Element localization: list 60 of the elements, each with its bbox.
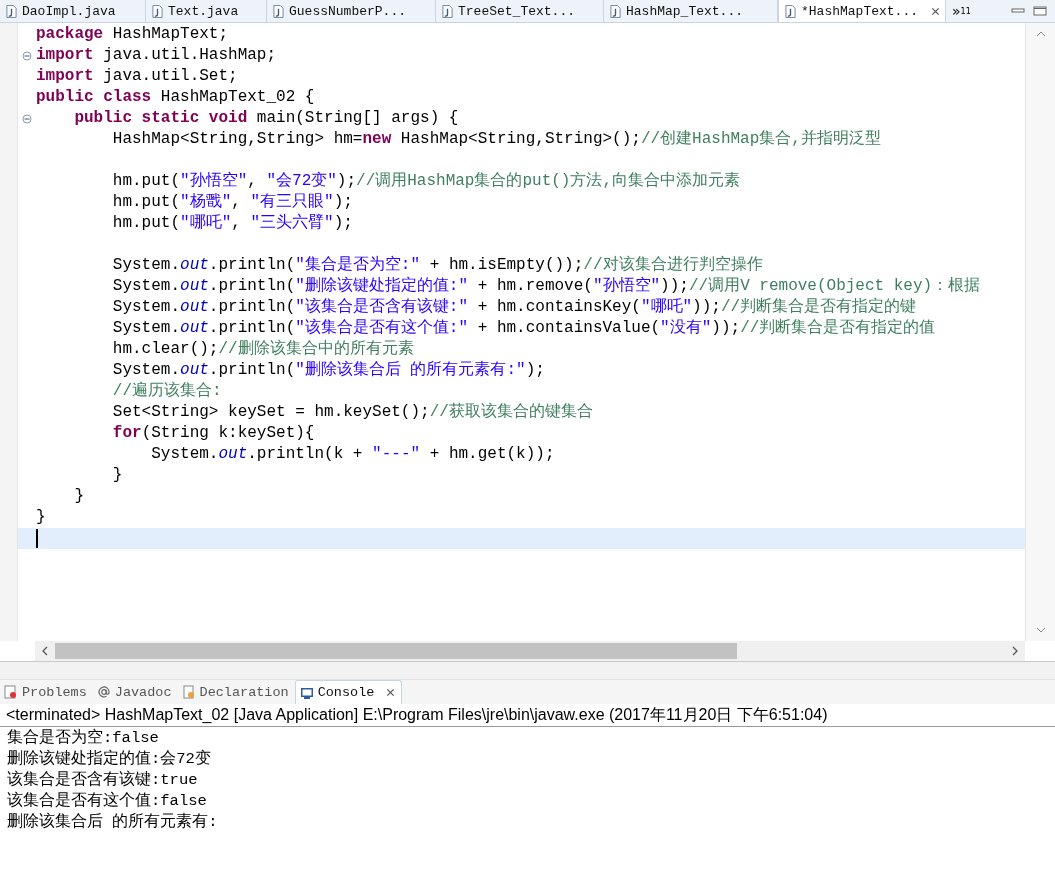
- close-icon[interactable]: [386, 688, 396, 697]
- console-output-line: 删除该集合后 的所有元素有:: [7, 812, 219, 833]
- code-line: }: [111, 465, 123, 486]
- code-line: hm.put("孙悟空", "会72变");//调用HashMap集合的put()方法,向集合中添加元素: [111, 171, 741, 192]
- scroll-right-icon[interactable]: [1012, 646, 1018, 656]
- collapse-icon[interactable]: [22, 50, 32, 61]
- editor-tab[interactable]: TreeSet_Text...: [436, 0, 604, 22]
- console-output-line: 该集合是否有这个值:false: [7, 791, 208, 812]
- code-line: for(String k:keySet){: [111, 423, 315, 444]
- horizontal-scrollbar[interactable]: [35, 641, 1025, 661]
- code-line: System.out.println("集合是否为空:" + hm.isEmpty());//对该集合进行判空操作: [111, 255, 763, 276]
- close-icon[interactable]: [931, 6, 941, 16]
- console-status: <terminated> HashMapText_02 [Java Application] E:\Program Files\jre\bin\javaw.exe (2017年11月20日 下午6:51:04): [0, 704, 1055, 727]
- java-file-icon: [785, 4, 796, 18]
- panel-tab[interactable]: Declaration: [177, 680, 295, 704]
- console-icon: [299, 685, 314, 700]
- java-file-icon: [442, 4, 453, 18]
- editor-tab[interactable]: GuessNumberP...: [267, 0, 436, 22]
- error-list-icon: [4, 685, 18, 699]
- vertical-scrollbar[interactable]: [1025, 23, 1055, 641]
- collapse-icon[interactable]: [22, 113, 32, 124]
- scroll-up-icon[interactable]: [1035, 31, 1046, 37]
- code-line: System.out.println("删除该键处指定的值:" + hm.remove("孙悟空"));//调用V remove(Object key)：根据: [111, 276, 981, 297]
- code-line: System.out.println("该集合是否含有该键:" + hm.containsKey("哪吒"));//判断集合是否有指定的键: [111, 297, 917, 318]
- code-line: import java.util.HashMap;: [36, 45, 277, 66]
- java-file-icon: [152, 4, 163, 18]
- code-line: //遍历该集合:: [111, 381, 222, 402]
- editor-tab[interactable]: DaoImpl.java: [0, 0, 146, 22]
- scroll-left-icon[interactable]: [42, 646, 48, 656]
- panel-tab[interactable]: Problems: [0, 680, 93, 704]
- code-line: hm.clear();//删除该集合中的所有元素: [111, 339, 414, 360]
- java-file-icon: [273, 4, 284, 18]
- code-line: }: [36, 507, 46, 528]
- code-line: import java.util.Set;: [36, 66, 238, 87]
- code-line: hm.put("杨戬", "有三只眼");: [111, 192, 353, 213]
- scrollbar-thumb[interactable]: [55, 643, 737, 659]
- code-line: public static void main(String[] args) {: [73, 108, 459, 129]
- editor-tab[interactable]: *HashMapText...: [778, 0, 946, 22]
- code-line: }: [73, 486, 84, 507]
- console-output-line: 该集合是否含有该键:true: [7, 770, 199, 791]
- editor-tab[interactable]: Text.java: [146, 0, 267, 22]
- minimize-icon[interactable]: [1011, 6, 1025, 16]
- scroll-down-icon[interactable]: [1035, 627, 1046, 633]
- maximize-icon[interactable]: [1033, 6, 1047, 16]
- code-line: hm.put("哪吒", "三头六臂");: [111, 213, 353, 234]
- panel-tab[interactable]: Console: [294, 680, 403, 704]
- at-sign-icon: [96, 685, 111, 699]
- java-file-icon: [610, 4, 621, 18]
- code-line: public class HashMapText_02 {: [36, 87, 315, 108]
- document-icon: [181, 685, 196, 699]
- java-file-icon: [6, 4, 17, 18]
- code-line: HashMap<String,String> hm=new HashMap<String,String>();//创建HashMap集合,并指明泛型: [111, 129, 881, 150]
- code-line: package HashMapText;: [36, 24, 229, 45]
- console-output-line: 删除该键处指定的值:会72变: [7, 749, 212, 770]
- console-output-line: 集合是否为空:false: [7, 728, 160, 749]
- code-line: System.out.println("删除该集合后 的所有元素有:");: [111, 360, 545, 381]
- code-line: System.out.println("该集合是否有这个值:" + hm.containsValue("没有"));//判断集合是否有指定的值: [111, 318, 936, 339]
- code-line: Set<String> keySet = hm.keySet();//获取该集合的键集合: [111, 402, 593, 423]
- panel-tab[interactable]: Javadoc: [92, 680, 178, 704]
- code-line: System.out.println(k + "---" + hm.get(k));: [150, 444, 555, 465]
